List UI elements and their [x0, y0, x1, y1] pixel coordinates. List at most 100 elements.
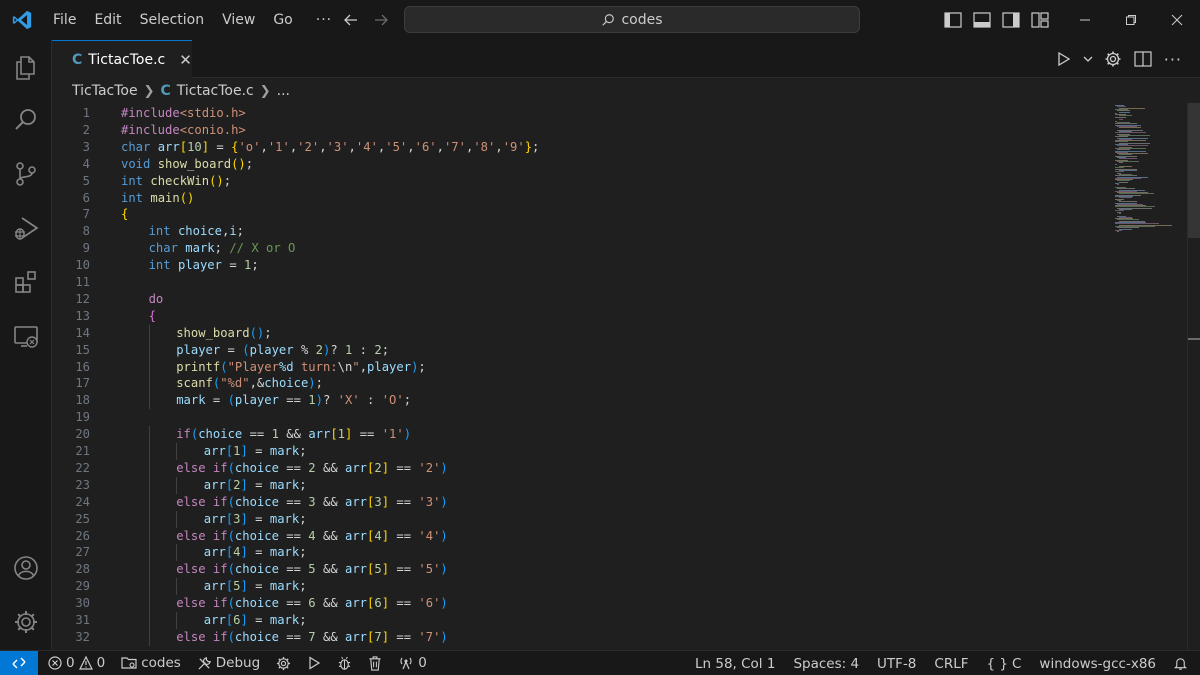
forward-arrow-icon[interactable]	[366, 0, 396, 40]
code-line[interactable]: 11	[52, 274, 1112, 291]
remote-explorer-icon[interactable]	[0, 310, 52, 362]
indentation-status[interactable]: Spaces: 4	[784, 651, 868, 675]
menu-edit[interactable]: Edit	[85, 0, 130, 40]
cpp-config-status[interactable]: windows-gcc-x86	[1030, 651, 1165, 675]
code-line[interactable]: 17 scanf("%d",&choice);	[52, 375, 1112, 393]
ports-status[interactable]: 0	[390, 651, 435, 675]
code-line[interactable]: 3 char arr[10] = {'o','1','2','3','4','5'…	[52, 139, 1112, 156]
code-line[interactable]: 24 else if(choice == 3 && arr[3] == '3')	[52, 493, 1112, 511]
code-line[interactable]: 27 arr[4] = mark;	[52, 544, 1112, 562]
code-line[interactable]: 31 arr[6] = mark;	[52, 612, 1112, 629]
restore-icon[interactable]	[1108, 0, 1154, 40]
code-text: #include<conio.h>	[121, 122, 246, 139]
breadcrumb-file[interactable]: TictacToe.c	[177, 83, 254, 99]
back-arrow-icon[interactable]	[336, 0, 366, 40]
code-line[interactable]: 20 if(choice == 1 && arr[1] == '1')	[52, 426, 1112, 444]
code-line[interactable]: 23 arr[2] = mark;	[52, 476, 1112, 494]
menu-selection[interactable]: Selection	[131, 0, 214, 40]
code-line[interactable]: 2 #include<conio.h>	[52, 122, 1112, 139]
command-center-search[interactable]: codes	[404, 6, 860, 33]
remote-indicator-icon[interactable]	[0, 650, 38, 675]
code-token: 2	[374, 342, 382, 357]
code-line[interactable]: 13 {	[52, 308, 1112, 325]
run-and-debug-icon[interactable]	[0, 202, 52, 254]
customize-layout-icon[interactable]	[1025, 0, 1054, 40]
code-editor[interactable]: 1 #include<stdio.h> 2 #include<conio.h> 3 cha…	[52, 103, 1200, 650]
code-line[interactable]: 1 #include<stdio.h>	[52, 105, 1112, 122]
minimap[interactable]	[1112, 103, 1187, 233]
code-line[interactable]: 16 printf("Player%d turn:\n",player);	[52, 358, 1112, 376]
accounts-icon[interactable]	[0, 542, 52, 594]
code-line[interactable]: 21 arr[1] = mark;	[52, 443, 1112, 460]
code-line[interactable]: 9 char mark; // X or O	[52, 240, 1112, 257]
code-line[interactable]: 8 int choice,i;	[52, 223, 1112, 240]
code-line[interactable]: 19	[52, 409, 1112, 426]
indent-guide	[148, 595, 150, 613]
source-control-icon[interactable]	[0, 148, 52, 200]
code-line[interactable]: 18 mark = (player == 1)? 'X' : 'O';	[52, 392, 1112, 410]
code-line[interactable]: 29 arr[5] = mark;	[52, 578, 1112, 596]
code-text: int checkWin();	[121, 173, 231, 190]
code-token: char	[121, 139, 151, 154]
encoding-status[interactable]: UTF-8	[868, 651, 925, 675]
code-line[interactable]: 5 int checkWin();	[52, 173, 1112, 190]
language-mode[interactable]: { } C	[978, 651, 1031, 675]
code-token: ,	[319, 139, 327, 154]
close-window-icon[interactable]	[1154, 0, 1200, 40]
code-line[interactable]: 14 show_board();	[52, 324, 1112, 342]
split-editor-icon[interactable]	[1130, 40, 1156, 78]
menu-view[interactable]: View	[213, 0, 264, 40]
toggle-secondary-sidebar-icon[interactable]	[996, 0, 1025, 40]
toggle-panel-icon[interactable]	[967, 0, 996, 40]
scroll-thumb[interactable]	[1188, 103, 1200, 238]
debug-bug-icon[interactable]	[329, 651, 360, 675]
code-line[interactable]: 12 do	[52, 291, 1112, 308]
code-line[interactable]: 4 void show_board();	[52, 156, 1112, 173]
code-line[interactable]: 6 int main()	[52, 190, 1112, 207]
code-line[interactable]: 15 player = (player % 2)? 1 : 2;	[52, 341, 1112, 359]
trash-icon[interactable]	[360, 651, 390, 675]
build-gear-icon[interactable]	[268, 651, 299, 675]
code-line[interactable]: 22 else if(choice == 2 && arr[2] == '2')	[52, 459, 1112, 477]
code-line[interactable]: 10 int player = 1;	[52, 257, 1112, 274]
eol-status[interactable]: CRLF	[925, 651, 977, 675]
cursor-position[interactable]: Ln 58, Col 1	[686, 651, 784, 675]
minimize-icon[interactable]	[1062, 0, 1108, 40]
debug-config-gear-icon[interactable]	[1100, 40, 1126, 78]
code-line[interactable]: 32 else if(choice == 7 && arr[7] == '7')	[52, 628, 1112, 646]
manage-gear-icon[interactable]	[0, 596, 52, 648]
tab-tictactoe-c[interactable]: C TictacToe.c ✕	[52, 40, 192, 78]
breadcrumb-folder[interactable]: TicTacToe	[72, 83, 138, 99]
code-token: 'X'	[337, 393, 360, 408]
code-line[interactable]: 28 else if(choice == 5 && arr[5] == '5')	[52, 561, 1112, 579]
code-line[interactable]: 7{	[52, 206, 1112, 223]
extensions-icon[interactable]	[0, 256, 52, 308]
cmake-folder-status[interactable]: codes	[113, 651, 189, 675]
run-file-icon[interactable]	[1052, 40, 1076, 78]
code-line[interactable]: 26 else if(choice == 4 && arr[4] == '4')	[52, 527, 1112, 545]
breadcrumb-more[interactable]: ...	[277, 83, 290, 99]
run-dropdown-chevron-icon[interactable]	[1080, 40, 1096, 78]
search-view-icon[interactable]	[0, 94, 52, 146]
editor-scrollbar[interactable]	[1187, 103, 1200, 650]
code-line[interactable]: 25 arr[3] = mark;	[52, 510, 1112, 528]
code-token: ,	[495, 139, 503, 154]
code-token: 5	[233, 579, 241, 594]
menu-file[interactable]: File	[44, 0, 85, 40]
code-token: '6'	[418, 596, 441, 611]
line-number: 7	[82, 207, 90, 222]
more-actions-icon[interactable]: ···	[1160, 40, 1186, 78]
toggle-primary-sidebar-icon[interactable]	[938, 0, 967, 40]
menu-go[interactable]: Go	[264, 0, 301, 40]
tab-close-icon[interactable]: ✕	[179, 51, 192, 69]
code-token: choice	[234, 460, 279, 475]
notifications-bell-icon[interactable]	[1165, 651, 1200, 675]
code-token: =	[247, 511, 270, 526]
launch-play-icon[interactable]	[299, 651, 329, 675]
build-variant-status[interactable]: Debug	[189, 651, 268, 675]
explorer-icon[interactable]	[0, 42, 52, 94]
problems-status[interactable]: 0 0	[40, 651, 113, 675]
code-line[interactable]: 30 else if(choice == 6 && arr[6] == '6')	[52, 595, 1112, 613]
code-token: ;	[299, 444, 307, 458]
